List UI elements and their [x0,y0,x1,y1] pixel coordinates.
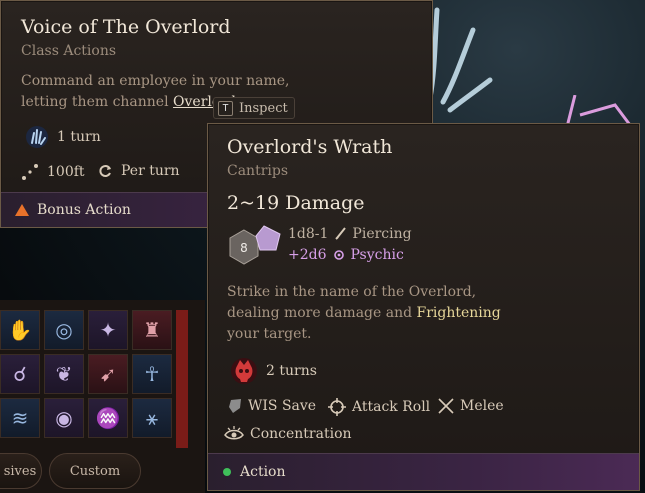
card1-duration: 1 turn [57,129,101,145]
card2-subtitle: Cantrips [227,163,289,179]
inspect-label: Inspect [239,100,288,116]
card2-condition-row: 2 turns [230,357,317,385]
card2-roll-row: Attack Roll [328,398,430,416]
card2-melee-row: Melee [438,398,504,414]
hotbar-slot-feather[interactable]: ❦ [44,354,84,394]
card2-concentration-row: Concentration [224,426,352,442]
card1-range-row: 100ft [21,163,85,181]
hotbar-slot-figure[interactable]: ♜ [132,310,172,350]
hotbar-slot-grid: ✋ ◎ ✦ ♜ ☌ ❦ ➹ ☥ ≋ ◉ ♒ ⚹ [0,310,175,438]
hotbar-slot-dash[interactable]: ➹ [88,354,128,394]
hotbar-slot-rune[interactable]: ♒ [88,398,128,438]
card2-desc-line1: Strike in the name of the Overlord, [227,284,477,300]
hotbar-slot-shield[interactable]: ◎ [44,310,84,350]
card1-desc-line1: Command an employee in your name, [21,73,290,89]
hotbar-slot-beast[interactable]: ✦ [88,310,128,350]
dmg1-dice: 1d8-1 [288,226,329,242]
hotbar-scroll-bar[interactable] [176,310,188,448]
card2-footer: Action [208,453,639,490]
hotbar-slot-step[interactable]: ⚹ [132,398,172,438]
condition-duration: 2 turns [266,363,317,379]
dice-number: 8 [240,241,248,255]
crossed-swords-icon [438,398,454,414]
card2-action-type: Action [240,464,286,480]
save-type: WIS Save [248,398,317,414]
hotbar-slot-wind[interactable]: ≋ [0,398,40,438]
card2-description: Strike in the name of the Overlord, deal… [227,282,501,345]
hotbar-slot-sigil[interactable]: ☌ [0,354,40,394]
range-dots-icon [21,163,39,181]
dmg2-dice: +2d6 [288,247,327,263]
d8-d6-dice-icon: 8 [228,224,282,270]
piercing-icon [334,227,347,241]
tab-custom[interactable]: Custom [49,453,141,489]
card2-damage-range: 2~19 Damage [227,192,365,214]
card1-cooldown-row: Per turn [97,163,180,179]
action-dot-icon [222,467,232,477]
card1-cooldown: Per turn [121,163,180,179]
card1-title: Voice of The Overlord [21,16,231,38]
card1-description: Command an employee in your name, lettin… [21,71,290,113]
card2-save-row: WIS Save [228,398,316,414]
hotbar-slot-body[interactable]: ☥ [132,354,172,394]
card1-subtitle: Class Actions [21,43,117,59]
card1-range: 100ft [47,164,85,180]
tab-passives-label: sives [3,463,37,479]
card2-title: Overlord's Wrath [227,136,393,158]
card2-damage-row-1: 1d8-1 Piercing [288,226,412,242]
tooltip-overlords-wrath: Overlord's Wrath Cantrips 2~19 Damage 8 … [207,123,640,491]
refresh-icon [97,163,113,179]
hand-spell-icon [25,125,49,149]
inspect-hint[interactable]: T Inspect [213,97,295,119]
attack-roll: Attack Roll [352,399,431,415]
shield-icon [228,398,242,414]
card1-desc-line2: letting them channel [21,94,174,110]
hotbar-slot-hand[interactable]: ✋ [0,310,40,350]
frightened-skull-icon [230,357,258,385]
dmg1-type: Piercing [352,226,412,242]
tab-passives[interactable]: sives [0,453,42,489]
card1-action-type: Bonus Action [37,202,131,218]
bonus-action-triangle-icon [15,204,29,216]
tab-custom-label: Custom [69,463,121,479]
eye-concentration-icon [224,426,244,442]
card2-damage-row-2: +2d6 Psychic [288,247,404,263]
hotbar-slot-eye[interactable]: ◉ [44,398,84,438]
card2-desc-line3: your target. [227,326,312,342]
card1-duration-row: 1 turn [25,125,101,149]
card2-desc-line2: dealing more damage and [227,305,417,321]
concentration-label: Concentration [250,426,352,442]
melee-type: Melee [460,398,504,414]
dmg2-type: Psychic [350,247,404,263]
crosshair-icon [328,398,346,416]
inspect-key: T [218,100,233,116]
psychic-icon [333,248,345,262]
frightening-link[interactable]: Frightening [417,305,501,321]
